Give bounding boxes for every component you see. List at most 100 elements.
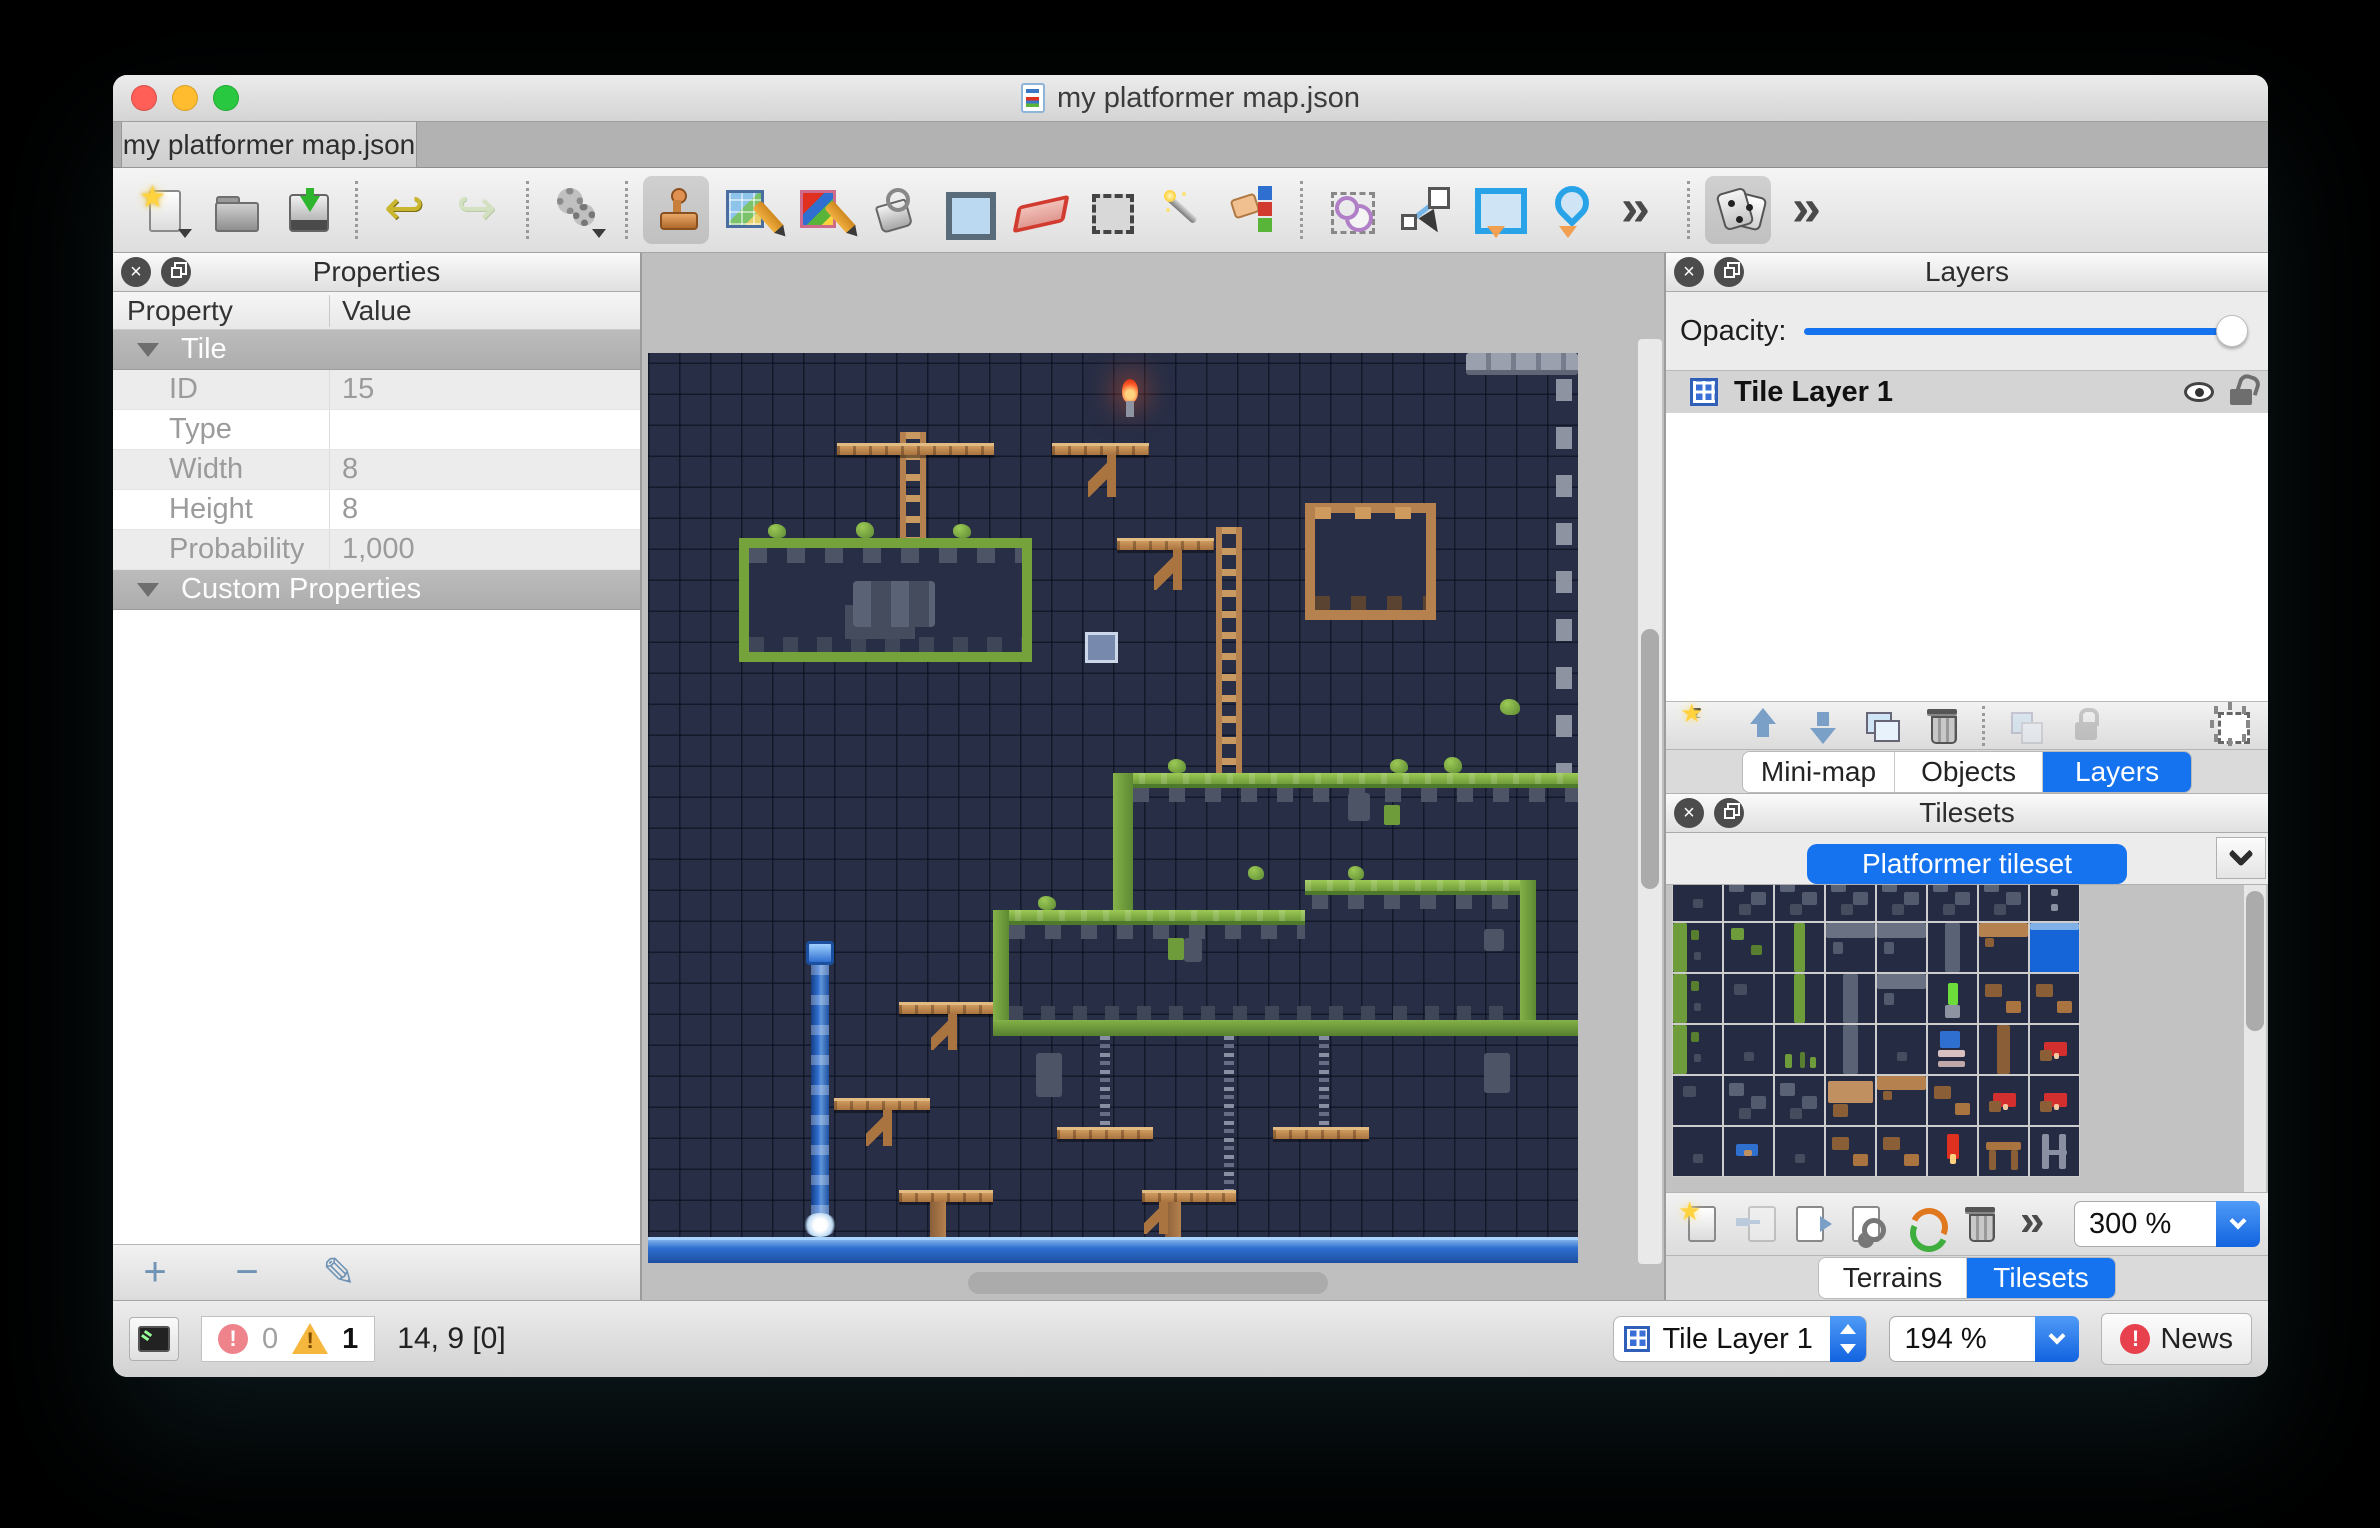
duplicate-layer-button[interactable] — [1856, 704, 1908, 748]
tileset-tile[interactable] — [1724, 885, 1773, 921]
tileset-tile[interactable] — [2030, 974, 2079, 1023]
highlight-layer-button[interactable] — [1999, 704, 2051, 748]
add-property-button[interactable]: + — [133, 1250, 177, 1295]
property-value[interactable]: 1,000 — [330, 533, 640, 566]
more-tileset-actions-button[interactable] — [2010, 1202, 2062, 1246]
tileset-tile[interactable] — [1877, 1076, 1926, 1125]
close-panel-icon[interactable]: × — [1674, 798, 1704, 828]
property-row[interactable]: Probability1,000 — [113, 530, 640, 570]
tileset-tile[interactable] — [1826, 1127, 1875, 1176]
property-row[interactable]: Width8 — [113, 450, 640, 490]
map-zoom-select[interactable]: 194 % — [1889, 1316, 2079, 1362]
dock-tab-objects[interactable]: Objects — [1895, 752, 2043, 792]
layer-unlocked-icon[interactable] — [2230, 389, 2252, 405]
tileset-tile[interactable] — [1724, 1127, 1773, 1176]
tileset-tile[interactable] — [1979, 1025, 2028, 1074]
map-canvas[interactable] — [648, 353, 1578, 1263]
minimize-window-button[interactable] — [172, 85, 198, 111]
tileset-tile[interactable] — [1775, 1127, 1824, 1176]
tileset-list-dropdown[interactable] — [2216, 837, 2266, 879]
property-value[interactable]: 8 — [330, 493, 640, 526]
insert-rectangle-button[interactable] — [1462, 176, 1528, 244]
current-layer-select[interactable]: Tile Layer 1 — [1613, 1316, 1867, 1362]
property-value[interactable]: 8 — [330, 453, 640, 486]
edit-terrain-button[interactable] — [787, 176, 853, 244]
layer-visibility-eye-icon[interactable] — [2184, 382, 2214, 402]
dock-tab-mini-map[interactable]: Mini-map — [1743, 752, 1895, 792]
tileset-tile[interactable] — [1877, 1127, 1926, 1176]
remove-layer-button[interactable] — [1916, 704, 1968, 748]
tileset-tile[interactable] — [1877, 1025, 1926, 1074]
dock-tab-layers[interactable]: Layers — [2043, 752, 2191, 792]
lock-layer-button[interactable] — [2059, 704, 2111, 748]
close-panel-icon[interactable]: × — [1674, 257, 1704, 287]
tileset-tile[interactable] — [1673, 1127, 1722, 1176]
zoom-dropdown-button[interactable] — [2216, 1201, 2260, 1247]
property-row[interactable]: Height8 — [113, 490, 640, 530]
same-tile-select-button[interactable] — [1219, 176, 1285, 244]
tileset-tile[interactable] — [1775, 923, 1824, 972]
tileset-tab-tilesets[interactable]: Tilesets — [1967, 1258, 2115, 1298]
reload-tileset-button[interactable] — [1898, 1202, 1950, 1246]
tileset-tile[interactable] — [1979, 1076, 2028, 1125]
tileset-tile[interactable] — [1826, 1076, 1875, 1125]
float-panel-icon[interactable] — [1714, 257, 1744, 287]
tileset-tile[interactable] — [1826, 1025, 1875, 1074]
tileset-tile[interactable] — [1928, 1127, 1977, 1176]
property-row[interactable]: ID15 — [113, 370, 640, 410]
open-file-button[interactable] — [202, 176, 268, 244]
rectangular-select-button[interactable] — [1075, 176, 1141, 244]
tileset-tile[interactable] — [2030, 923, 2079, 972]
layer-stepper[interactable] — [1830, 1316, 1866, 1362]
console-button[interactable] — [129, 1317, 179, 1361]
map-vertical-scrollbar-thumb[interactable] — [1641, 629, 1659, 889]
zoom-window-button[interactable] — [213, 85, 239, 111]
map-vertical-scrollbar[interactable] — [1638, 339, 1662, 1264]
tileset-tile[interactable] — [1979, 885, 2028, 921]
tileset-tab-terrains[interactable]: Terrains — [1819, 1258, 1967, 1298]
magic-wand-button[interactable] — [1147, 176, 1213, 244]
close-window-button[interactable] — [131, 85, 157, 111]
opacity-slider-thumb[interactable] — [2216, 315, 2248, 347]
tileset-zoom-select[interactable]: 300 % — [2074, 1201, 2260, 1247]
tileset-tile[interactable] — [1724, 1076, 1773, 1125]
tileset-tile[interactable] — [1928, 885, 1977, 921]
news-button[interactable]: ! News — [2101, 1313, 2252, 1365]
tileset-tile[interactable] — [2030, 1025, 2079, 1074]
tileset-tile[interactable] — [1673, 1076, 1722, 1125]
opacity-slider-track[interactable] — [1804, 328, 2244, 335]
tileset-tile[interactable] — [1928, 1076, 1977, 1125]
tileset-tile[interactable] — [1826, 974, 1875, 1023]
tileset-tile[interactable] — [1673, 974, 1722, 1023]
tileset-scrollbar-thumb[interactable] — [2246, 891, 2264, 1031]
collapse-triangle-icon[interactable] — [137, 343, 159, 357]
layer-row[interactable]: Tile Layer 1 — [1666, 371, 2268, 413]
property-section-header[interactable]: Tile — [113, 330, 640, 370]
stamp-brush-button[interactable] — [643, 176, 709, 244]
float-panel-icon[interactable] — [1714, 798, 1744, 828]
tileset-tile[interactable] — [1673, 885, 1722, 921]
zoom-dropdown-button[interactable] — [2035, 1316, 2079, 1362]
tileset-scrollbar[interactable] — [2244, 885, 2266, 1192]
tileset-tile[interactable] — [1724, 923, 1773, 972]
remove-tileset-button[interactable] — [1954, 1202, 2006, 1246]
highlight-current-layer-button[interactable] — [2206, 704, 2258, 748]
tileset-tile[interactable] — [1724, 1025, 1773, 1074]
property-column-label[interactable]: Property — [113, 295, 330, 327]
tileset-tile[interactable] — [2030, 1076, 2079, 1125]
map-horizontal-scrollbar[interactable] — [646, 1270, 1634, 1296]
more-options-button[interactable] — [1777, 176, 1843, 244]
tileset-tile[interactable] — [2030, 885, 2079, 921]
tileset-tab[interactable]: Platformer tileset — [1807, 844, 2127, 884]
opacity-slider[interactable] — [1804, 316, 2244, 346]
tileset-tile[interactable] — [1877, 885, 1926, 921]
tileset-grid[interactable] — [1672, 885, 2080, 1177]
tileset-tile[interactable] — [1775, 885, 1824, 921]
tileset-tile[interactable] — [1877, 974, 1926, 1023]
edit-property-button[interactable]: ✎ — [317, 1250, 361, 1296]
collapse-triangle-icon[interactable] — [137, 583, 159, 597]
select-objects-button[interactable] — [1318, 176, 1384, 244]
issues-counter[interactable]: ! 0 1 — [201, 1316, 375, 1362]
more-tools-button[interactable] — [1606, 176, 1672, 244]
save-file-button[interactable] — [274, 176, 340, 244]
